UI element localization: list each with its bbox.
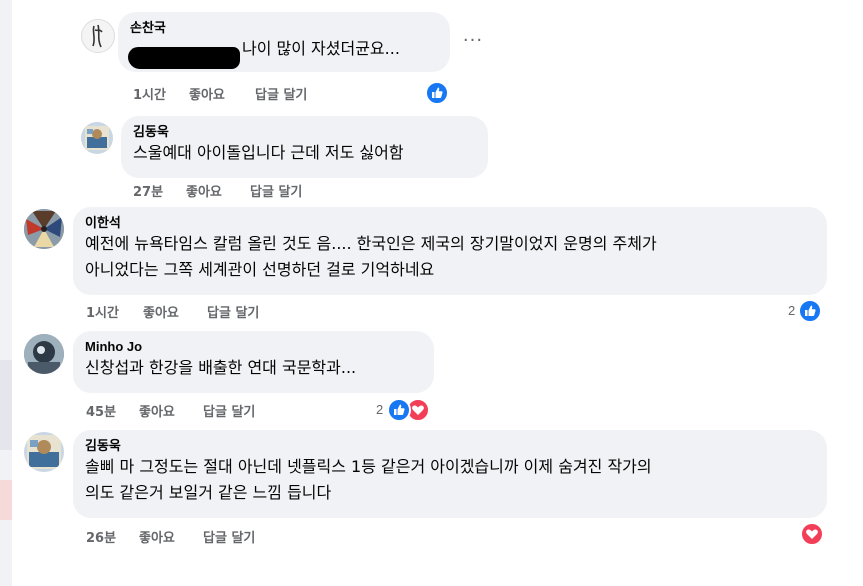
like-icon	[387, 398, 411, 422]
comment-author[interactable]: 이한석	[85, 215, 815, 231]
comment-text-line: 예전에 뉴욕타임스 칼럼 올린 것도 음.... 한국인은 제국의 장기말이었지…	[85, 234, 657, 253]
avatar[interactable]	[81, 19, 115, 53]
reply-button[interactable]: 답글 달기	[207, 302, 259, 321]
comment-text: 스울예대 아이돌입니다 근데 저도 싫어함	[133, 143, 404, 162]
like-button[interactable]: 좋아요	[139, 401, 175, 420]
left-page-strip	[0, 0, 12, 586]
avatar-photo-icon	[24, 209, 64, 249]
reply-button[interactable]: 답글 달기	[203, 401, 255, 420]
left-strip-segment	[0, 480, 12, 520]
comment-author[interactable]: 김동욱	[133, 124, 476, 140]
comment-bubble: 김동욱 솔삐 마 그정도는 절대 아닌데 넷플릭스 1등 같은거 아이겠습니까 …	[73, 430, 827, 518]
comment-time[interactable]: 1시간	[133, 84, 166, 103]
reply-button[interactable]: 답글 달기	[255, 84, 307, 103]
reaction-count: 2	[376, 402, 384, 417]
reply-button[interactable]: 답글 달기	[250, 181, 302, 200]
comment-time[interactable]: 26분	[86, 527, 116, 546]
comment-text-line: 의도 같은거 보일거 같은 느낌 듭니다	[85, 483, 332, 502]
reactions-summary[interactable]	[425, 81, 449, 105]
like-button[interactable]: 좋아요	[189, 84, 225, 103]
comment-time[interactable]: 45분	[86, 401, 116, 420]
avatar[interactable]	[24, 432, 64, 472]
like-button[interactable]: 좋아요	[186, 181, 222, 200]
comment-bubble: Minho Jo 신창섭과 한강을 배출한 연대 국문학과...	[73, 331, 434, 393]
like-button[interactable]: 좋아요	[139, 527, 175, 546]
avatar[interactable]	[24, 334, 64, 374]
reaction-count: 2	[788, 303, 796, 318]
comment-author[interactable]: 김동욱	[85, 438, 815, 454]
avatar-sketch-icon	[92, 24, 103, 48]
comment-time[interactable]: 1시간	[86, 302, 119, 321]
reactions-summary[interactable]: 2	[788, 299, 824, 323]
comment-text: 신창섭과 한강을 배출한 연대 국문학과...	[85, 358, 357, 377]
reactions-summary[interactable]	[800, 522, 826, 546]
comment-author[interactable]: 손찬국	[130, 20, 438, 36]
comment-text-line: 아니었다는 그쪽 세계관이 선명하던 걸로 기억하네요	[85, 260, 435, 279]
avatar[interactable]	[24, 209, 64, 249]
avatar-painting-icon	[27, 435, 61, 469]
reactions-summary[interactable]: 2	[376, 398, 432, 422]
avatar[interactable]	[81, 122, 113, 154]
comment-text-line: 솔삐 마 그정도는 절대 아닌데 넷플릭스 1등 같은거 아이겠습니까 이제 숨…	[85, 457, 652, 476]
more-options-button[interactable]: ···	[460, 31, 486, 51]
reply-button[interactable]: 답글 달기	[203, 527, 255, 546]
avatar-photo-icon	[24, 334, 64, 374]
like-icon	[425, 81, 449, 105]
like-button[interactable]: 좋아요	[143, 302, 179, 321]
love-icon	[800, 522, 824, 546]
redaction-mark	[128, 47, 240, 69]
comment-bubble: 김동욱 스울예대 아이돌입니다 근데 저도 싫어함	[121, 116, 488, 178]
comment-time[interactable]: 27분	[133, 181, 163, 200]
comment-bubble: 이한석 예전에 뉴욕타임스 칼럼 올린 것도 음.... 한국인은 제국의 장기…	[73, 207, 827, 295]
avatar-painting-icon	[85, 126, 109, 150]
left-strip-segment	[0, 360, 12, 450]
like-icon	[798, 299, 822, 323]
comment-author[interactable]: Minho Jo	[85, 339, 422, 355]
